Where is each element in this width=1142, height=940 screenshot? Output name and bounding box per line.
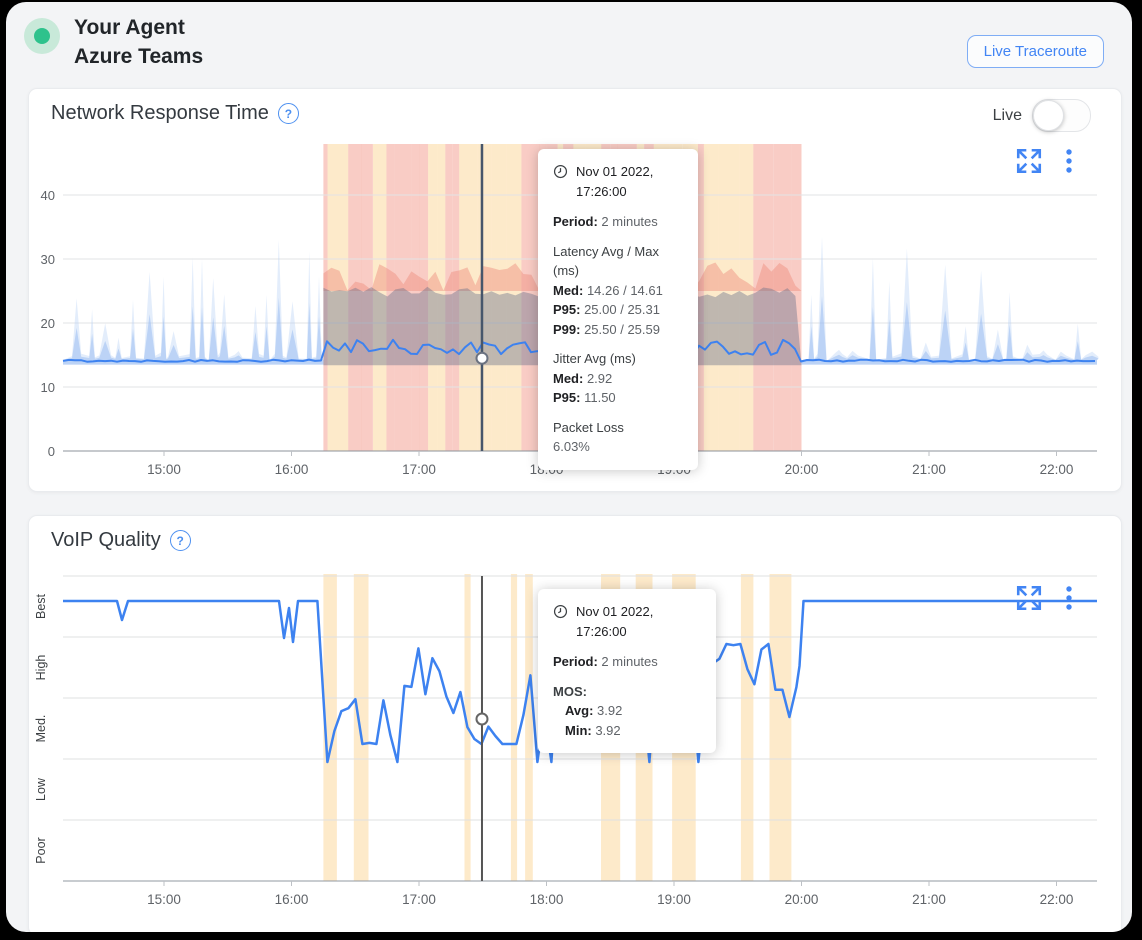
kebab-menu-icon[interactable]	[1065, 584, 1073, 612]
svg-text:20:00: 20:00	[785, 462, 819, 477]
live-toggle-knob[interactable]	[1033, 100, 1064, 131]
network-response-time-card: 01020304015:0016:0017:0018:0019:0020:002…	[28, 88, 1122, 492]
tooltip-timestamp: Nov 01 2022, 17:26:00	[553, 602, 701, 641]
network-chart-tooltip: Nov 01 2022, 17:26:00 Period: 2 minutes La…	[538, 149, 698, 470]
svg-text:20: 20	[41, 316, 55, 331]
kebab-menu-icon[interactable]	[1065, 147, 1073, 175]
voip-card-title: VoIP Quality ?	[51, 529, 191, 552]
tooltip-section-heading: MOS:	[553, 682, 701, 702]
svg-text:17:00: 17:00	[402, 892, 436, 907]
svg-text:22:00: 22:00	[1040, 892, 1074, 907]
agent-status-dot	[34, 28, 50, 44]
voip-card-title-text: VoIP Quality	[51, 529, 161, 552]
tooltip-row: 6.03%	[553, 437, 683, 457]
voip-quality-card: Best High Med. Low Poor 15:00 16:00 17:00 18:00 1…	[28, 515, 1122, 932]
agent-name: Azure Teams	[74, 42, 203, 71]
tooltip-period: Period: 2 minutes	[553, 652, 701, 672]
help-icon[interactable]: ?	[278, 103, 299, 124]
tooltip-row: Min: 3.92	[553, 721, 701, 741]
tooltip-row: Med: 2.92	[553, 369, 683, 389]
expand-icon[interactable]	[1015, 147, 1043, 175]
svg-text:16:00: 16:00	[275, 462, 309, 477]
network-card-title: Network Response Time ?	[51, 102, 299, 125]
svg-text:Poor: Poor	[34, 837, 48, 863]
svg-text:40: 40	[41, 188, 55, 203]
tooltip-section: Packet Loss6.03%	[553, 418, 683, 457]
svg-text:15:00: 15:00	[147, 892, 181, 907]
svg-text:17:00: 17:00	[402, 462, 436, 477]
tooltip-section-heading: Latency Avg / Max (ms)	[553, 242, 683, 281]
app-window: Your Agent Azure Teams Live Traceroute 0…	[6, 2, 1132, 932]
page-header: Your Agent Azure Teams Live Traceroute	[6, 2, 1132, 88]
svg-text:Low: Low	[34, 777, 48, 801]
tooltip-row: P99: 25.50 / 25.59	[553, 320, 683, 340]
agent-status-avatar	[24, 18, 60, 54]
svg-text:Med.: Med.	[34, 715, 48, 743]
svg-text:22:00: 22:00	[1040, 462, 1074, 477]
svg-text:21:00: 21:00	[912, 892, 946, 907]
network-card-title-text: Network Response Time	[51, 102, 269, 125]
tooltip-section-heading: Packet Loss	[553, 418, 683, 438]
tooltip-row: P95: 11.50	[553, 388, 683, 408]
tooltip-section: Jitter Avg (ms)Med: 2.92P95: 11.50	[553, 349, 683, 408]
tooltip-row: Avg: 3.92	[553, 701, 701, 721]
agent-label: Your Agent	[74, 13, 203, 42]
help-icon[interactable]: ?	[170, 530, 191, 551]
tooltip-row: Med: 14.26 / 14.61	[553, 281, 683, 301]
tooltip-section-heading: Jitter Avg (ms)	[553, 349, 683, 369]
tooltip-section: Latency Avg / Max (ms)Med: 14.26 / 14.61…	[553, 242, 683, 340]
live-traceroute-button[interactable]: Live Traceroute	[967, 35, 1104, 68]
live-toggle-label: Live	[993, 107, 1022, 125]
svg-text:30: 30	[41, 252, 55, 267]
agent-title: Your Agent Azure Teams	[74, 13, 203, 71]
svg-text:19:00: 19:00	[657, 892, 691, 907]
svg-text:16:00: 16:00	[275, 892, 309, 907]
svg-text:0: 0	[48, 444, 55, 459]
svg-text:15:00: 15:00	[147, 462, 181, 477]
svg-text:High: High	[34, 655, 48, 681]
tooltip-row: P95: 25.00 / 25.31	[553, 300, 683, 320]
expand-icon[interactable]	[1015, 584, 1043, 612]
svg-text:10: 10	[41, 380, 55, 395]
voip-chart-tooltip: Nov 01 2022, 17:26:00 Period: 2 minutes MO…	[538, 589, 716, 753]
tooltip-timestamp: Nov 01 2022, 17:26:00	[553, 162, 683, 201]
svg-text:21:00: 21:00	[912, 462, 946, 477]
svg-text:Best: Best	[34, 593, 48, 619]
tooltip-section: MOS:Avg: 3.92Min: 3.92	[553, 682, 701, 741]
tooltip-period: Period: 2 minutes	[553, 212, 683, 232]
live-toggle[interactable]	[1032, 99, 1091, 132]
svg-text:18:00: 18:00	[530, 892, 564, 907]
svg-text:20:00: 20:00	[785, 892, 819, 907]
